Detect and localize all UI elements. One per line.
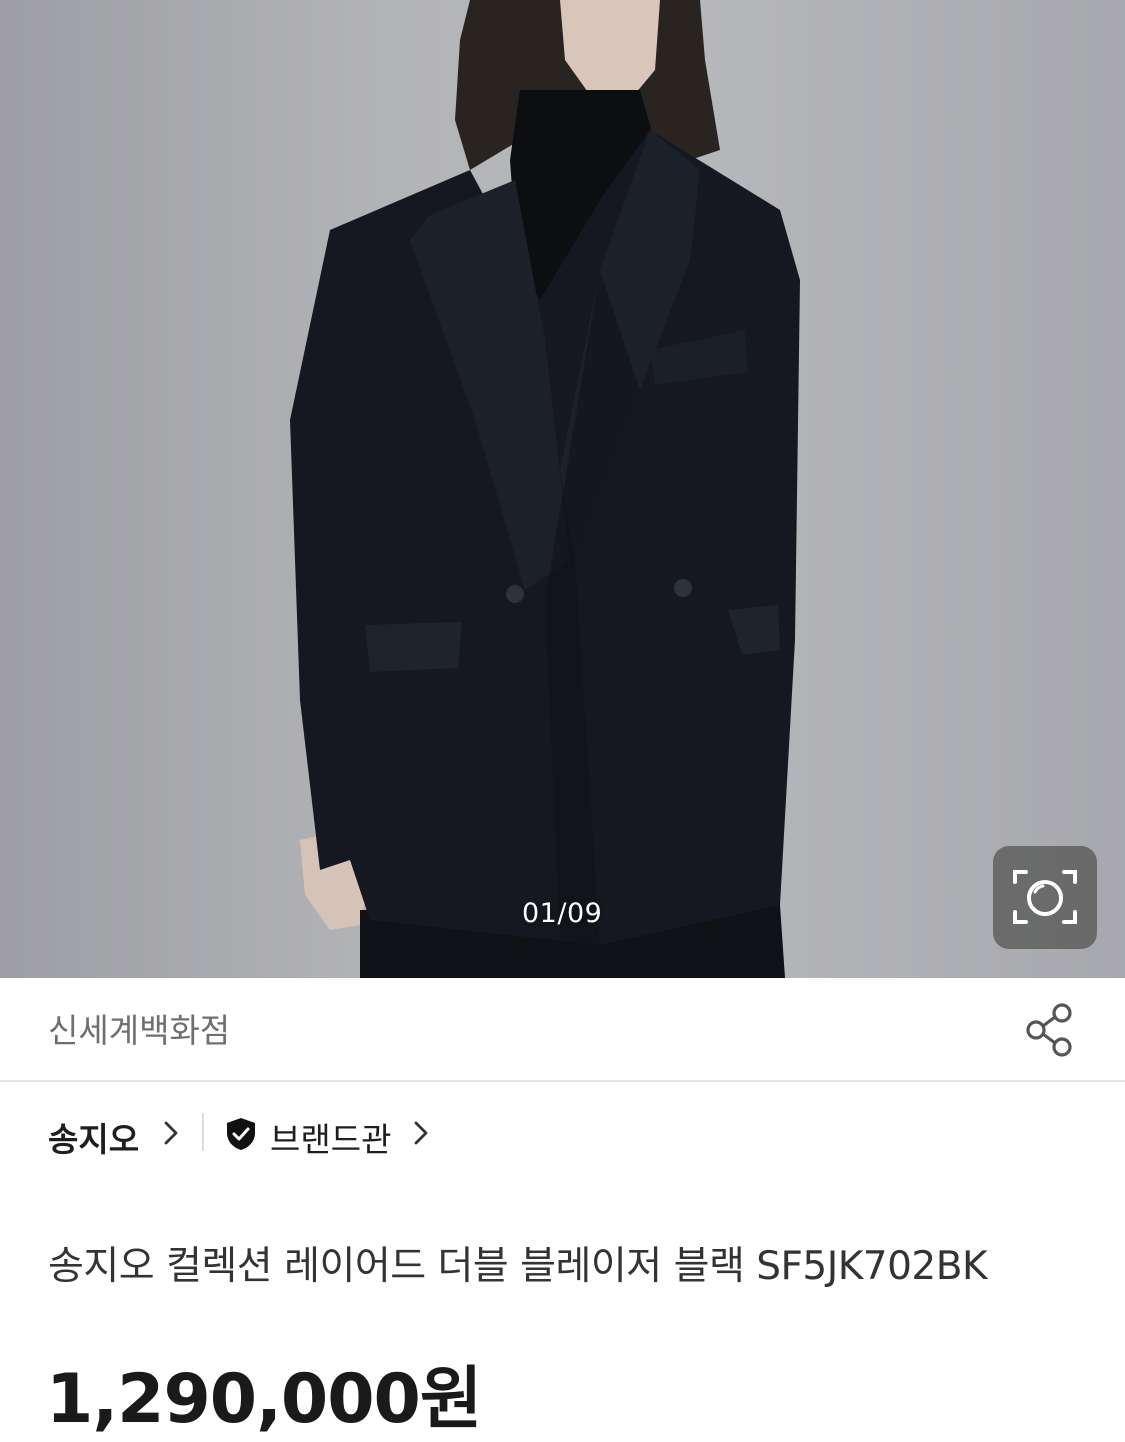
image-search-button[interactable]: [993, 846, 1097, 949]
chevron-right-icon: [164, 1121, 178, 1145]
image-counter: 01/09: [522, 898, 603, 929]
product-image-gallery[interactable]: 01/09: [0, 0, 1125, 978]
product-price: 1,290,000원: [46, 1360, 482, 1439]
camera-lens-search-icon: [1013, 870, 1077, 924]
product-photo: [290, 0, 800, 978]
vertical-divider: [202, 1113, 204, 1151]
shield-check-icon: [227, 1118, 255, 1150]
brand-hall-link[interactable]: 브랜드관: [270, 1113, 391, 1161]
product-title: 송지오 컬렉션 레이어드 더블 블레이저 블랙 SF5JK702BK: [48, 1244, 988, 1289]
chevron-right-icon: [414, 1121, 428, 1145]
brand-name-link[interactable]: 송지오: [48, 1113, 139, 1161]
share-icon[interactable]: [1022, 1000, 1078, 1060]
store-name[interactable]: 신세계백화점: [48, 1004, 230, 1052]
